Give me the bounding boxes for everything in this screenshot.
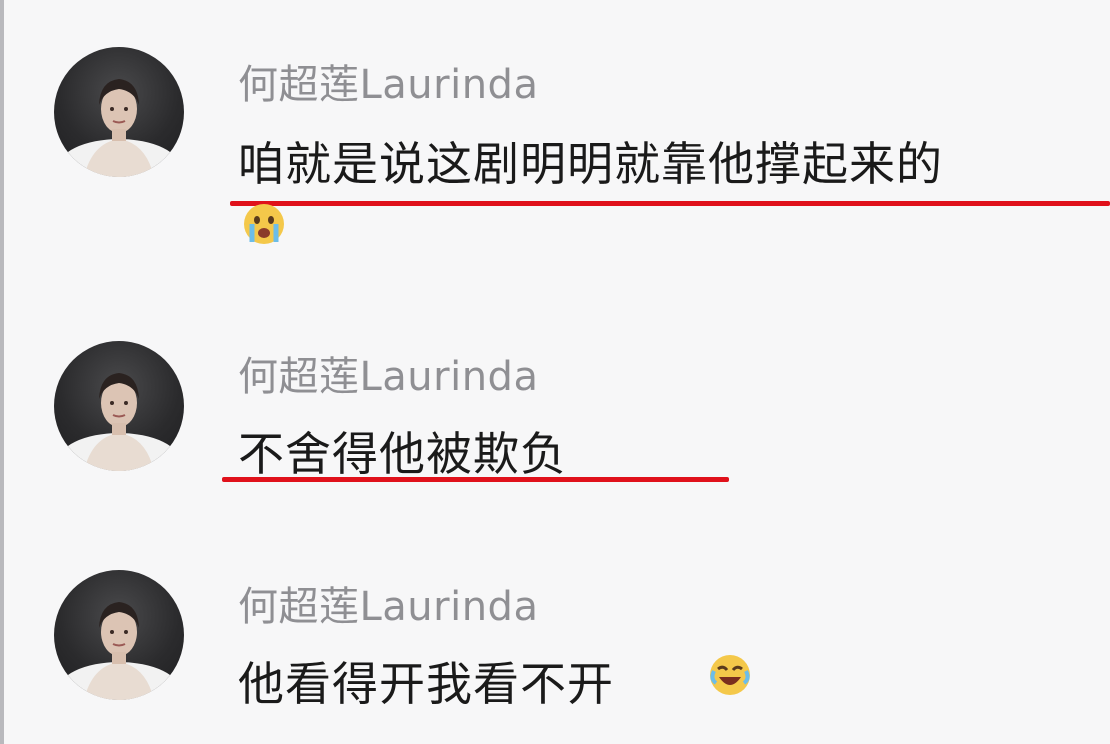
username[interactable]: 何超莲Laurinda [238,344,538,402]
avatar-portrait-icon [57,602,181,700]
comment-text: 他看得开我看不开 [238,657,614,711]
red-underline [222,477,729,482]
avatar[interactable] [54,570,184,700]
avatar[interactable] [54,47,184,177]
comment-item: 何超莲Laurinda 不舍得他被欺负 [0,300,1110,550]
avatar[interactable] [54,341,184,471]
comment-item: 何超莲Laurinda 他看得开我看不开 [0,560,1110,744]
comment-text: 不舍得他被欺负 [238,427,567,481]
comment-text: 咱就是说这剧明明就靠他撑起来的 [238,137,943,191]
username[interactable]: 何超莲Laurinda [238,52,538,110]
username[interactable]: 何超莲Laurinda [238,574,538,632]
laughing-tears-icon [708,653,752,697]
comment-item: 何超莲Laurinda 咱就是说这剧明明就靠他撑起来的 [0,0,1110,290]
crying-face-icon [242,202,286,246]
avatar-portrait-icon [57,79,181,177]
red-underline [230,201,1110,206]
avatar-portrait-icon [57,373,181,471]
